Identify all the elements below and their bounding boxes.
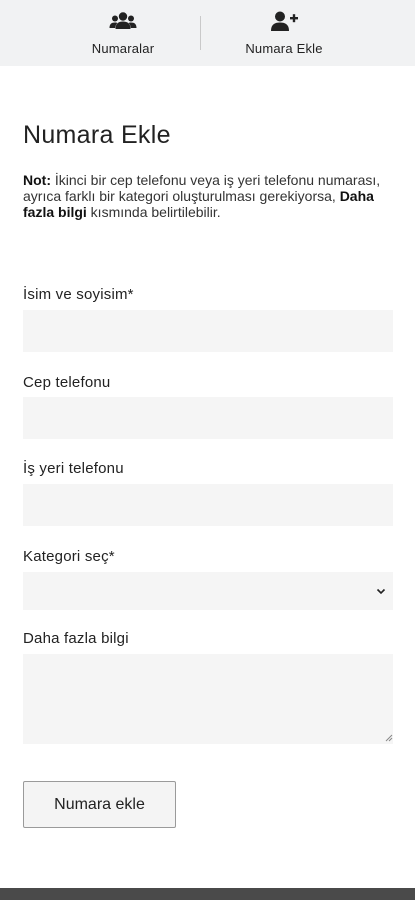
nav-tab-numara-ekle[interactable]: Numara Ekle <box>214 10 354 60</box>
mobile-phone-label: Cep telefonu <box>23 374 111 391</box>
chevron-down-icon <box>376 588 386 595</box>
more-info-textarea[interactable] <box>23 654 393 744</box>
note-text: İkinci bir cep telefonu veya iş yeri tel… <box>23 172 381 204</box>
more-info-label: Daha fazla bilgi <box>23 630 129 647</box>
category-label: Kategori seç* <box>23 548 115 565</box>
info-note: Not: İkinci bir cep telefonu veya iş yer… <box>23 172 393 220</box>
page-title: Numara Ekle <box>23 121 171 149</box>
note-suffix: kısmında belirtilebilir. <box>86 204 221 220</box>
bottom-bar <box>0 888 415 900</box>
nav-divider <box>200 16 201 50</box>
name-input[interactable] <box>23 310 393 352</box>
note-prefix: Not: <box>23 172 51 188</box>
work-phone-label: İş yeri telefonu <box>23 460 124 477</box>
top-navigation: Numaralar Numara Ekle <box>0 0 415 66</box>
name-label: İsim ve soyisim* <box>23 286 134 303</box>
nav-tab-numaralar[interactable]: Numaralar <box>53 10 193 60</box>
mobile-phone-input[interactable] <box>23 397 393 439</box>
submit-button[interactable]: Numara ekle <box>23 781 176 828</box>
users-icon <box>109 12 137 29</box>
category-select[interactable] <box>23 572 393 610</box>
nav-label-numara-ekle: Numara Ekle <box>245 41 323 56</box>
resize-grip-icon[interactable] <box>383 732 393 742</box>
nav-label-numaralar: Numaralar <box>91 41 155 56</box>
work-phone-input[interactable] <box>23 484 393 526</box>
user-plus-icon <box>271 11 298 31</box>
